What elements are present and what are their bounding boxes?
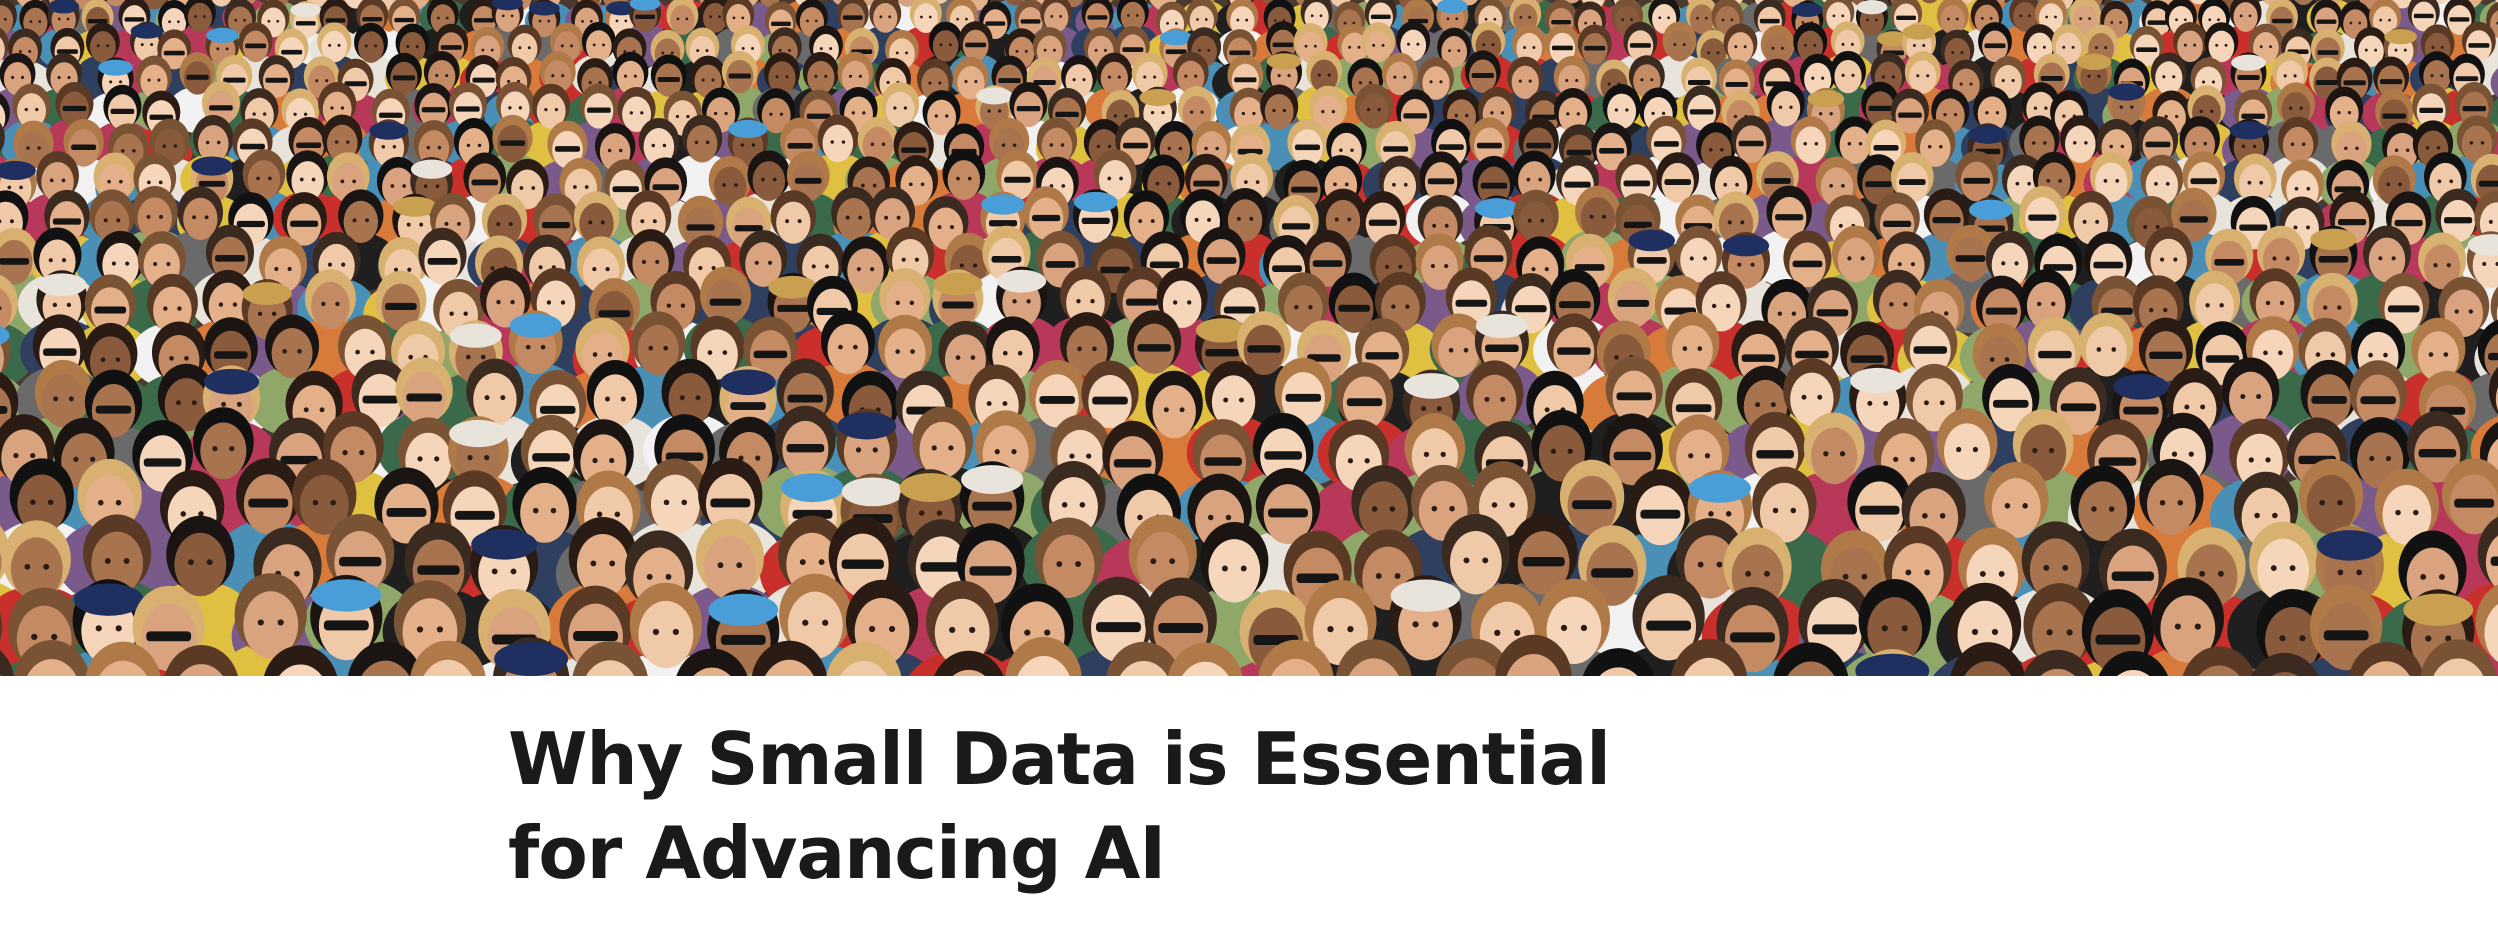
article-page: Why Small Data is Essential for Advancin… bbox=[0, 0, 2498, 930]
hero-image bbox=[0, 0, 2498, 676]
article-title: Why Small Data is Essential for Advancin… bbox=[508, 717, 1611, 895]
crowd-photo-illustration bbox=[0, 0, 2498, 676]
